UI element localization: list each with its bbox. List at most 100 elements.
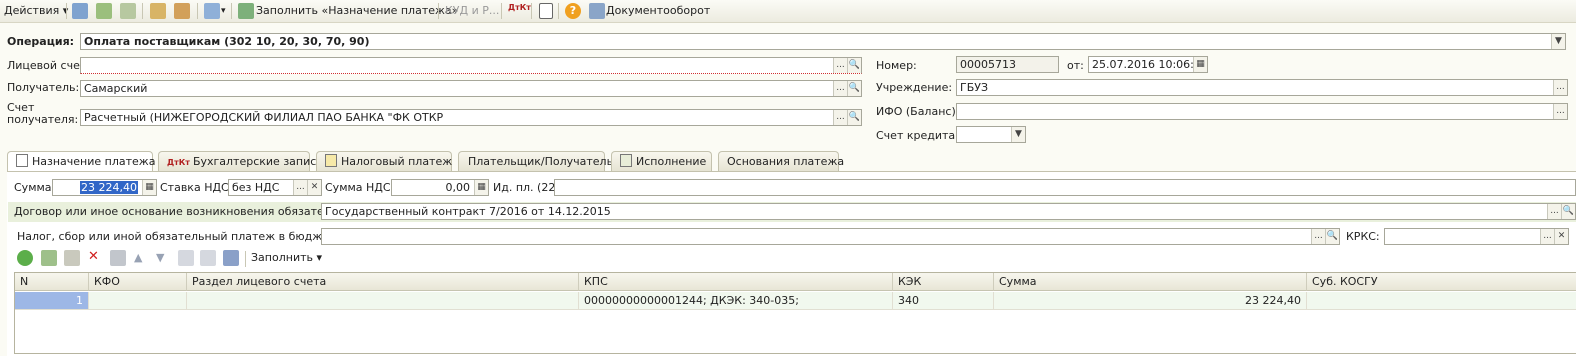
tab-payment-purpose[interactable]: Назначение платежа	[7, 151, 155, 172]
clear-icon[interactable]: ✕	[1554, 229, 1568, 244]
column-header-n[interactable]: N	[15, 273, 89, 291]
krks-field[interactable]: ... ✕	[1384, 228, 1569, 245]
table-cell[interactable]	[1307, 292, 1576, 310]
dt-kt-icon: ДтКт	[167, 158, 190, 167]
docflow-button[interactable]: Документооборот	[606, 3, 710, 19]
edit-row-icon[interactable]	[64, 250, 80, 266]
table-cell[interactable]	[89, 292, 187, 310]
vat-rate-field[interactable]: без НДС ... ✕	[228, 179, 322, 196]
end-edit-icon[interactable]	[110, 250, 126, 266]
dt-kt-icon[interactable]: ДтКт	[508, 3, 531, 19]
column-header-kfo[interactable]: КФО	[89, 273, 187, 291]
contract-field[interactable]: Государственный контракт 7/2016 от 14.12…	[321, 203, 1576, 220]
column-header-sum[interactable]: Сумма	[994, 273, 1307, 291]
search-icon[interactable]: 🔍	[1325, 229, 1339, 244]
credit-account-select[interactable]: ▼	[956, 126, 1026, 143]
ifo-label: ИФО (Баланс):	[876, 105, 960, 118]
vat-sum-field[interactable]: 0,00 ▦	[391, 179, 489, 196]
post-and-close-icon[interactable]	[72, 3, 88, 19]
calculator-icon[interactable]: ▦	[142, 180, 156, 195]
calculator-icon[interactable]: ▦	[474, 180, 488, 195]
recipient-account-field[interactable]: Расчетный (НИЖЕГОРОДСКИЙ ФИЛИАЛ ПАО БАНК…	[80, 109, 862, 126]
kud-button[interactable]: КУД и Р...	[445, 3, 499, 19]
toolbar-separator	[231, 3, 232, 19]
table-cell[interactable]: 00000000000001244; ДКЭК: 340-035;	[579, 292, 893, 310]
save-icon[interactable]	[96, 3, 112, 19]
select-ellipsis-icon[interactable]: ...	[1553, 104, 1567, 119]
select-items-icon[interactable]	[223, 250, 239, 266]
clear-icon[interactable]: ✕	[307, 180, 321, 195]
column-header-kek[interactable]: КЭК	[893, 273, 994, 291]
move-down-icon[interactable]: ▼	[156, 250, 164, 266]
contract-label: Договор или иное основание возникновения…	[14, 205, 360, 218]
tab-accounting-entries[interactable]: ДтКт Бухгалтерские записи	[158, 151, 323, 171]
select-ellipsis-icon[interactable]: ...	[293, 180, 307, 195]
tax-icon	[325, 154, 337, 167]
tab-tax-payment[interactable]: Налоговый платеж	[316, 151, 452, 171]
actions-menu[interactable]: Действия ▾	[4, 3, 68, 19]
payment-id-label: Ид. пл. (22):	[493, 181, 564, 194]
unpost-icon[interactable]	[174, 3, 190, 19]
toolbar-separator	[142, 3, 143, 19]
sort-desc-icon[interactable]	[200, 250, 216, 266]
chevron-down-icon[interactable]: ▼	[1011, 127, 1025, 142]
select-ellipsis-icon[interactable]: ...	[833, 110, 847, 125]
select-ellipsis-icon[interactable]: ...	[1311, 229, 1325, 244]
tab-payer-recipient[interactable]: Плательщик/Получатель	[458, 151, 613, 171]
select-ellipsis-icon[interactable]: ...	[1547, 204, 1561, 219]
tab-payment-grounds[interactable]: Основания платежа	[718, 151, 844, 171]
credit-account-label: Счет кредита:	[876, 129, 959, 142]
column-header-sub-kosgu[interactable]: Суб. КОСГУ	[1307, 273, 1576, 291]
docflow-icon[interactable]	[589, 3, 605, 19]
report-icon[interactable]	[539, 3, 553, 19]
copy-row-icon[interactable]	[41, 250, 57, 266]
refresh-icon[interactable]	[120, 3, 136, 19]
institution-field[interactable]: ГБУЗ ...	[956, 79, 1568, 96]
select-ellipsis-icon[interactable]: ...	[833, 81, 847, 96]
calendar-icon[interactable]: ▦	[1193, 57, 1207, 72]
personal-account-field[interactable]: ... 🔍	[80, 57, 862, 74]
add-row-icon[interactable]	[17, 250, 33, 266]
personal-account-label: Лицевой счет:	[7, 59, 90, 72]
recipient-field[interactable]: Самарский ... 🔍	[80, 80, 862, 97]
sort-asc-icon[interactable]	[178, 250, 194, 266]
vat-rate-label: Ставка НДС:	[160, 181, 233, 194]
delete-row-icon[interactable]: ✕	[88, 249, 99, 265]
search-icon[interactable]: 🔍	[1561, 204, 1575, 219]
sum-field[interactable]: 23 224,40 ▦	[52, 179, 157, 196]
select-ellipsis-icon[interactable]: ...	[833, 58, 847, 73]
date-field[interactable]: 25.07.2016 10:06:20 ▦	[1088, 56, 1208, 73]
table-cell[interactable]: 23 224,40	[994, 292, 1307, 310]
move-up-icon[interactable]: ▲	[134, 250, 142, 266]
search-icon[interactable]: 🔍	[847, 58, 861, 73]
chevron-down-icon[interactable]: ▼	[1551, 34, 1565, 49]
select-ellipsis-icon[interactable]: ...	[1540, 229, 1554, 244]
tab-execution[interactable]: Исполнение	[611, 151, 712, 171]
payment-id-field[interactable]	[554, 179, 1576, 196]
column-header-account-section[interactable]: Раздел лицевого счета	[187, 273, 579, 291]
fill-table-button[interactable]: Заполнить ▾	[251, 250, 322, 266]
table-cell[interactable]: 1	[15, 292, 89, 310]
document-icon	[16, 154, 28, 167]
number-field[interactable]: 00005713	[956, 56, 1059, 73]
table-cell[interactable]: 340	[893, 292, 994, 310]
post-icon[interactable]	[150, 3, 166, 19]
date-label: от:	[1067, 59, 1084, 72]
select-ellipsis-icon[interactable]: ...	[1553, 80, 1567, 95]
enter-based-icon[interactable]	[204, 3, 220, 19]
tax-field[interactable]: ... 🔍	[321, 228, 1340, 245]
column-header-kps[interactable]: КПС	[579, 273, 893, 291]
number-label: Номер:	[876, 59, 917, 72]
fill-icon[interactable]	[238, 3, 254, 19]
sum-label: Сумма:	[14, 181, 56, 194]
chevron-down-icon[interactable]: ▾	[221, 3, 226, 19]
search-icon[interactable]: 🔍	[847, 81, 861, 96]
operation-select[interactable]: Оплата поставщикам (302 10, 20, 30, 70, …	[80, 33, 1566, 50]
ifo-field[interactable]: ...	[956, 103, 1568, 120]
search-icon[interactable]: 🔍	[847, 110, 861, 125]
fill-purpose-button[interactable]: Заполнить «Назначение платежа»	[256, 3, 458, 19]
table-cell[interactable]	[187, 292, 579, 310]
toolbar-separator	[501, 3, 502, 19]
help-icon[interactable]: ?	[565, 3, 581, 19]
operation-value: Оплата поставщикам (302 10, 20, 30, 70, …	[84, 35, 370, 48]
